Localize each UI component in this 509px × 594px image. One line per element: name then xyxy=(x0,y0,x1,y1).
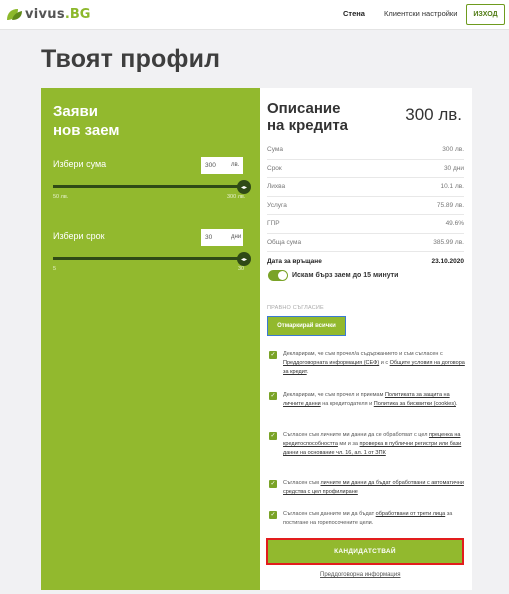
consent-text-part: и с xyxy=(379,360,390,366)
amount-slider-track[interactable] xyxy=(53,185,244,188)
amount-label: Избери сума xyxy=(53,159,107,169)
logo-tld: .BG xyxy=(64,7,91,22)
unmark-all-button[interactable]: Отмаркирай всички xyxy=(267,316,346,336)
detail-row: ГПР 49.6% xyxy=(267,215,464,234)
consent-text-part: Съгласен съм личните ми данни да се обра… xyxy=(283,432,429,438)
detail-row: Срок 30 дни xyxy=(267,160,464,178)
new-loan-panel: Заяви нов заем Избери сума 300 лв. ◂▸ 50… xyxy=(41,88,260,590)
term-min-label: 5 xyxy=(53,266,57,272)
description-title: Описание на кредита xyxy=(267,100,349,134)
amount-min-label: 50 лв. xyxy=(53,194,69,200)
consent-text-part: Съгласен съм xyxy=(283,480,321,486)
term-slider-track[interactable] xyxy=(53,257,244,260)
consent-text-part: на кредитодателя и xyxy=(320,401,374,407)
term-max-label: 30 xyxy=(238,266,245,272)
consent-item: ✓ Декларирам, че съм прочел/а съдържание… xyxy=(269,350,465,377)
check-icon: ✓ xyxy=(270,433,276,439)
consent-item: ✓ Съгласен съм данните ми да бъдат обраб… xyxy=(269,510,465,528)
consent-text-part: ми и за xyxy=(337,441,360,447)
logo-text: vivus xyxy=(25,7,65,22)
page-title: Твоят профил xyxy=(41,45,221,73)
fast-loan-label: Искам бърз заем до 15 минути xyxy=(292,272,399,279)
detail-row: Услуга 75.89 лв. xyxy=(267,197,464,215)
leaf-logo-icon xyxy=(7,9,22,20)
check-icon: ✓ xyxy=(270,352,276,358)
consent-item: ✓ Съгласен съм личните ми данни да се об… xyxy=(269,431,465,458)
consent-text-part: Декларирам, че съм прочел/а съдържанието… xyxy=(283,351,443,357)
consent-text-part: . xyxy=(306,369,309,375)
consent-text: Декларирам, че съм прочел/а съдържанието… xyxy=(283,350,465,377)
consent-checkbox[interactable]: ✓ xyxy=(269,392,277,400)
loan-details-table: Сума 300 лв. Срок 30 дни Лихва 10.1 лв. Усл… xyxy=(267,141,464,271)
slider-arrows-icon: ◂▸ xyxy=(240,256,248,263)
consent-link[interactable]: Преддоговорната информация (СЕФ) xyxy=(283,360,379,366)
apply-button[interactable]: КАНДИДАТСТВАЙ xyxy=(266,538,464,565)
precontract-info-link[interactable]: Преддоговорна информация xyxy=(320,572,400,578)
amount-max-label: 300 лв. xyxy=(227,194,246,200)
consent-checkbox[interactable]: ✓ xyxy=(269,511,277,519)
consent-link[interactable]: обработвани от трети лица xyxy=(376,511,446,517)
check-icon: ✓ xyxy=(270,512,276,518)
consent-text: Съгласен съм личните ми данни да се обра… xyxy=(283,431,465,458)
loan-description-panel: Описание на кредита 300 лв. Сума 300 лв. … xyxy=(260,88,472,590)
top-header: vivus .BG Стена Клиентски настройки ИЗХОД xyxy=(0,0,509,30)
vivus-logo[interactable]: vivus .BG xyxy=(6,7,90,22)
consent-link[interactable]: Политика за бисквитки (cookies) xyxy=(374,401,456,407)
consent-text: Съгласен съм личните ми данни да бъдат о… xyxy=(283,479,465,497)
consent-text-part: Декларирам, че съм прочел и приемам xyxy=(283,392,385,398)
consent-item: ✓ Съгласен съм личните ми данни да бъдат… xyxy=(269,479,465,497)
amount-slider-handle[interactable]: ◂▸ xyxy=(237,180,251,194)
new-loan-title: Заяви нов заем xyxy=(53,103,120,139)
term-unit: дни xyxy=(231,234,242,240)
consent-text-part: . xyxy=(455,401,458,407)
return-date-row: Дата за връщане 23.10.2020 xyxy=(267,257,464,265)
consent-text: Съгласен съм данните ми да бъдат обработ… xyxy=(283,510,465,528)
slider-arrows-icon: ◂▸ xyxy=(240,184,248,191)
term-slider-handle[interactable]: ◂▸ xyxy=(237,252,251,266)
nav-client-settings[interactable]: Клиентски настройки xyxy=(384,9,457,18)
check-icon: ✓ xyxy=(270,393,276,399)
consent-checkbox[interactable]: ✓ xyxy=(269,351,277,359)
description-amount: 300 лв. xyxy=(405,105,462,124)
consent-checkbox[interactable]: ✓ xyxy=(269,432,277,440)
term-label: Избери срок xyxy=(53,231,105,241)
consent-text-part: Съгласен съм данните ми да бъдат xyxy=(283,511,376,517)
consent-item: ✓ Декларирам, че съм прочел и приемам По… xyxy=(269,391,465,409)
detail-row: Обща сума 385.99 лв. xyxy=(267,234,464,252)
legal-consent-heading: ПРАВНО СЪГЛАСИЕ xyxy=(267,305,324,311)
toggle-knob xyxy=(278,271,287,280)
amount-unit: лв. xyxy=(231,162,240,168)
check-icon: ✓ xyxy=(270,481,276,487)
consent-text: Декларирам, че съм прочел и приемам Поли… xyxy=(283,391,465,409)
logout-button[interactable]: ИЗХОД xyxy=(466,4,505,25)
nav-wall[interactable]: Стена xyxy=(343,9,365,18)
detail-row: Сума 300 лв. xyxy=(267,141,464,160)
fast-loan-toggle[interactable] xyxy=(268,270,288,281)
detail-row: Лихва 10.1 лв. xyxy=(267,178,464,197)
consent-checkbox[interactable]: ✓ xyxy=(269,480,277,488)
